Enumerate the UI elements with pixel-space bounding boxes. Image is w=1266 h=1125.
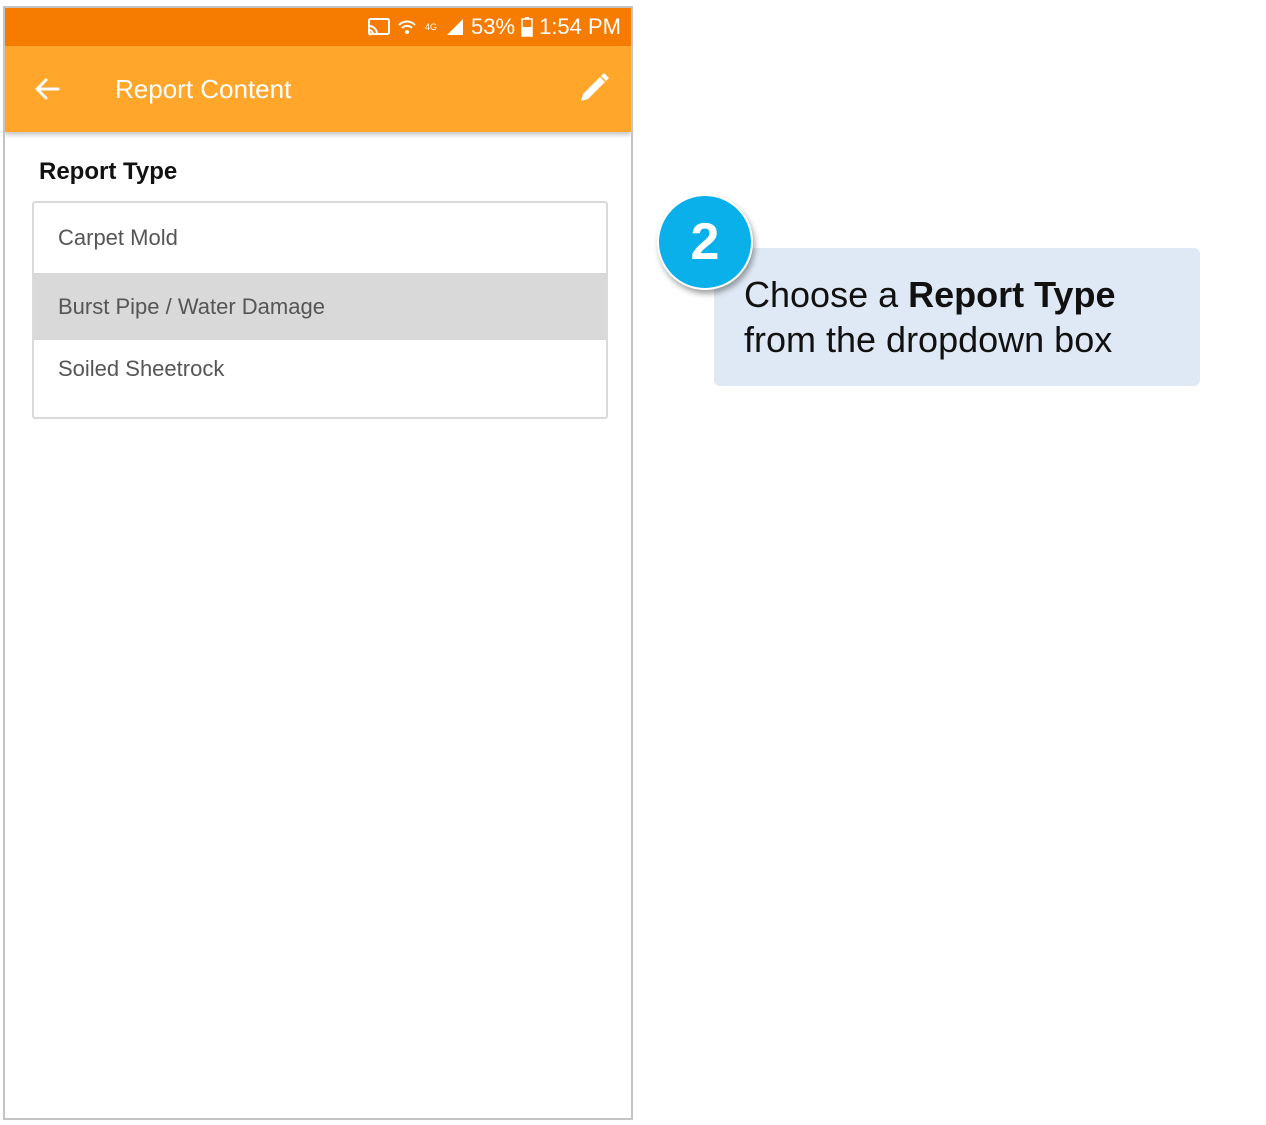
app-bar: Report Content (5, 46, 631, 132)
instruction-callout: Choose a Report Type from the dropdown b… (714, 248, 1200, 386)
battery-percentage: 53% (471, 14, 516, 39)
instruction-line2: from the dropdown box (744, 319, 1113, 360)
battery-icon (521, 17, 533, 37)
back-button[interactable] (31, 73, 63, 105)
dropdown-option-soiled-sheetrock[interactable]: Soiled Sheetrock (34, 340, 606, 398)
edit-button[interactable] (575, 71, 611, 107)
dropdown-option-carpet-mold[interactable]: Carpet Mold (34, 203, 606, 273)
step-number-badge: 2 (657, 194, 753, 290)
signal-icon (445, 18, 465, 36)
pencil-icon (581, 73, 609, 101)
instruction-prefix: Choose a (744, 274, 909, 315)
back-arrow-icon (35, 78, 60, 100)
instruction-bold: Report Type (908, 274, 1116, 315)
wifi-icon (397, 18, 417, 36)
dropdown-option-burst-pipe[interactable]: Burst Pipe / Water Damage (34, 273, 606, 340)
clock: 1:54 PM (539, 14, 621, 39)
network-type-label: 4G (425, 22, 438, 32)
phone-screen: 4G 53% 1:54 PM Report Content Report Typ… (3, 6, 633, 1120)
page-title: Report Content (115, 74, 292, 104)
status-bar: 4G 53% 1:54 PM (5, 8, 631, 46)
cast-icon (367, 17, 391, 37)
report-type-label: Report Type (39, 158, 178, 185)
report-type-dropdown[interactable]: Carpet Mold Burst Pipe / Water Damage So… (32, 201, 608, 419)
instruction-text: Choose a Report Type from the dropdown b… (744, 272, 1115, 362)
